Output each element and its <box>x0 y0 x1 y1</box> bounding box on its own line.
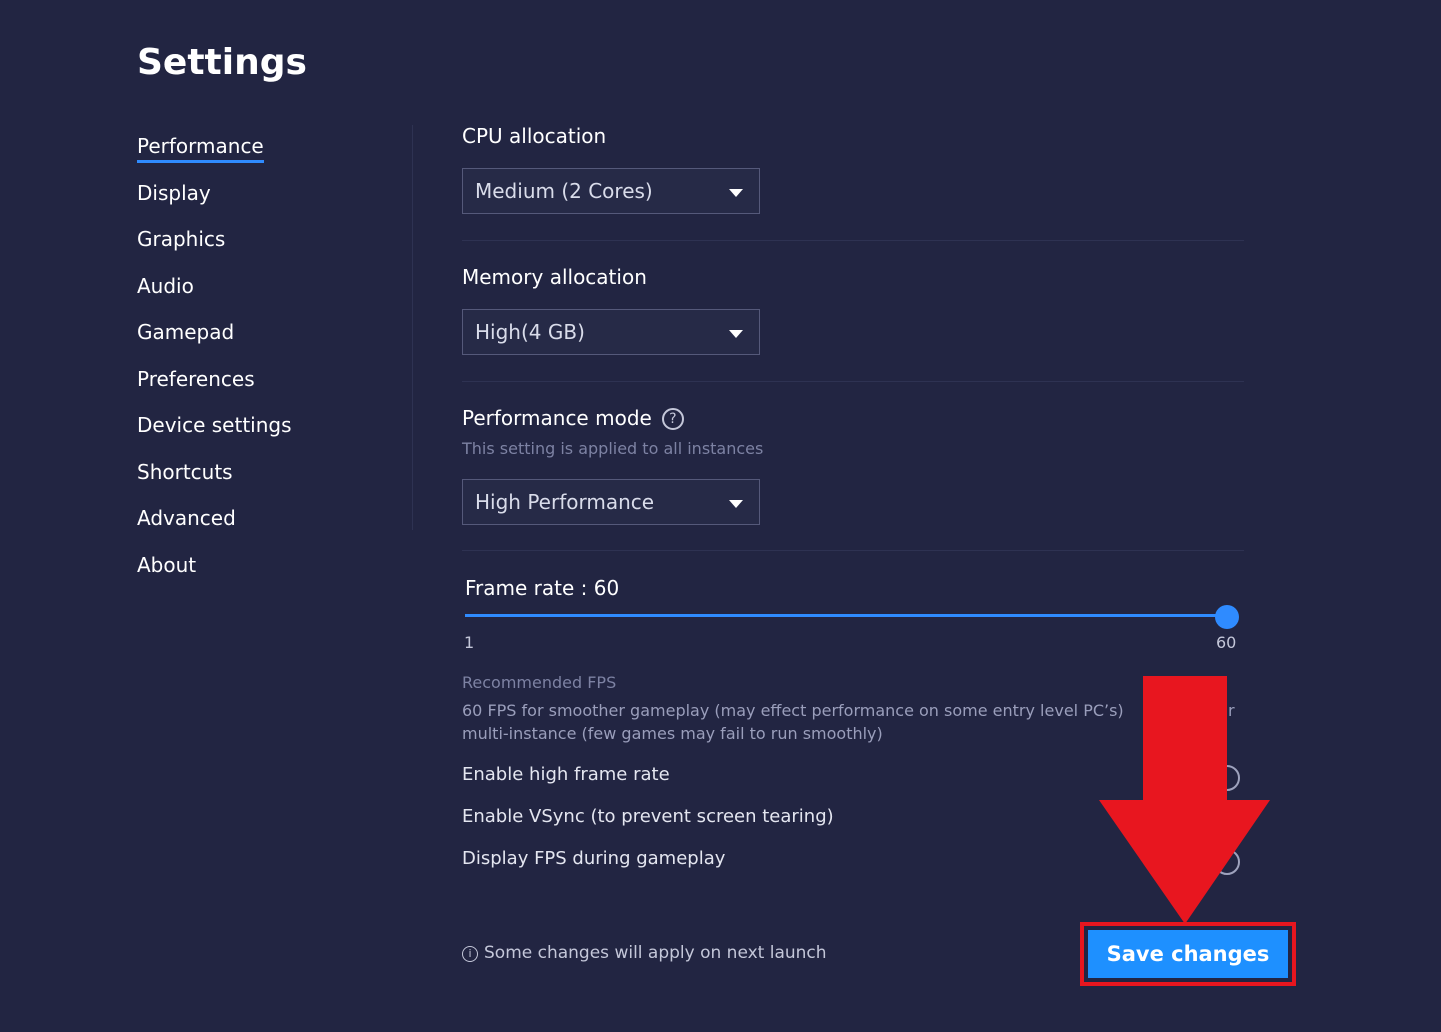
recommended-fps-heading: Recommended FPS <box>462 673 617 692</box>
frame-rate-slider-track[interactable] <box>465 614 1227 617</box>
sidebar-item-about[interactable]: About <box>137 549 292 596</box>
cpu-allocation-select[interactable]: Medium (2 Cores) <box>462 168 760 214</box>
performance-mode-select[interactable]: High Performance <box>462 479 760 525</box>
frame-rate-slider-thumb[interactable] <box>1215 605 1239 629</box>
section-divider <box>462 240 1244 241</box>
help-icon[interactable]: ? <box>661 408 684 430</box>
section-divider <box>462 381 1244 382</box>
memory-allocation-label: Memory allocation <box>462 265 647 289</box>
save-changes-button[interactable]: Save changes <box>1088 930 1288 978</box>
sidebar-item-advanced[interactable]: Advanced <box>137 502 292 549</box>
sidebar-item-audio[interactable]: Audio <box>137 270 292 317</box>
page-title: Settings <box>137 42 307 83</box>
sidebar-item-device-settings[interactable]: Device settings <box>137 409 292 456</box>
performance-mode-subtitle: This setting is applied to all instances <box>462 439 764 458</box>
high-frame-rate-label: Enable high frame rate <box>462 764 670 785</box>
cpu-allocation-label: CPU allocation <box>462 124 607 148</box>
restart-note-text: Some changes will apply on next launch <box>484 943 827 963</box>
sidebar-item-preferences[interactable]: Preferences <box>137 363 292 410</box>
info-icon: i <box>462 946 478 962</box>
slider-max-label: 60 <box>1216 633 1237 652</box>
sidebar-item-gamepad[interactable]: Gamepad <box>137 316 292 363</box>
chevron-down-icon <box>729 189 743 197</box>
display-fps-label: Display FPS during gameplay <box>462 848 726 869</box>
chevron-down-icon <box>729 500 743 508</box>
performance-mode-heading: Performance mode? <box>462 406 684 430</box>
performance-mode-label: Performance mode <box>462 406 652 430</box>
vsync-label: Enable VSync (to prevent screen tearing) <box>462 806 834 827</box>
sidebar-item-performance[interactable]: Performance <box>137 130 292 177</box>
sidebar-item-shortcuts[interactable]: Shortcuts <box>137 456 292 503</box>
performance-mode-value: High Performance <box>475 490 655 514</box>
restart-note: i Some changes will apply on next launch <box>462 943 827 963</box>
annotation-arrow-icon <box>1099 676 1270 924</box>
annotation-arrow-shape <box>1099 676 1270 924</box>
save-button-highlight: Save changes <box>1080 922 1296 986</box>
memory-allocation-value: High(4 GB) <box>475 320 585 344</box>
recommended-fps-line2: multi-instance (few games may fail to ru… <box>462 724 883 743</box>
settings-sidebar: Performance Display Graphics Audio Gamep… <box>137 130 292 595</box>
frame-rate-label: Frame rate : 60 <box>465 576 620 600</box>
recommended-fps-line1: 60 FPS for smoother gameplay (may effect… <box>462 701 1124 720</box>
sidebar-item-display[interactable]: Display <box>137 177 292 224</box>
sidebar-divider <box>412 125 413 530</box>
section-divider <box>462 550 1244 551</box>
chevron-down-icon <box>729 330 743 338</box>
memory-allocation-select[interactable]: High(4 GB) <box>462 309 760 355</box>
sidebar-item-graphics[interactable]: Graphics <box>137 223 292 270</box>
cpu-allocation-value: Medium (2 Cores) <box>475 179 653 203</box>
slider-min-label: 1 <box>464 633 475 652</box>
